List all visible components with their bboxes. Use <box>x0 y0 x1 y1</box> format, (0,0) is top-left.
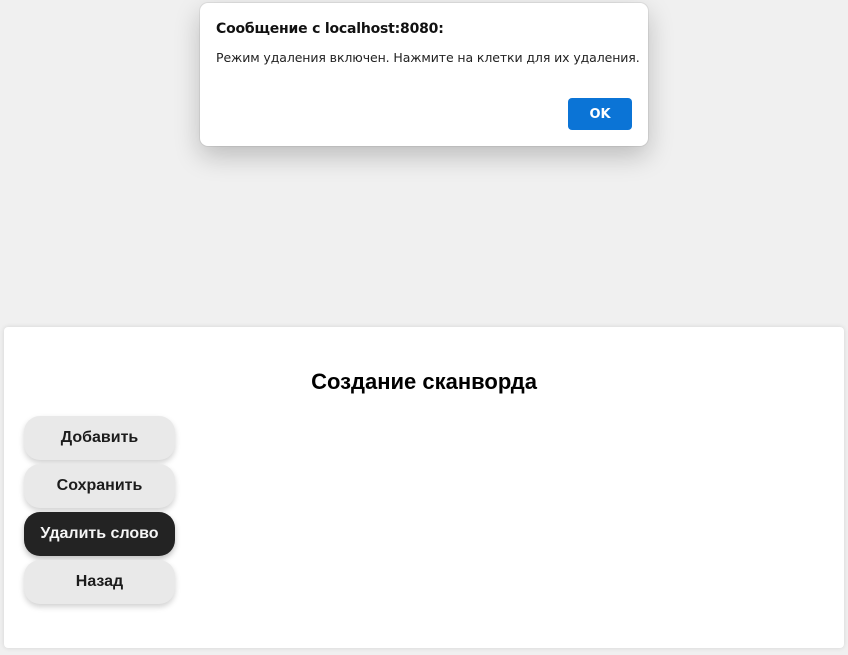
page-title: Создание сканворда <box>311 369 537 394</box>
scanword-editor-panel: Создание сканворда Добавить Сохранить Уд… <box>4 327 844 648</box>
add-button[interactable]: Добавить <box>24 416 175 460</box>
delete-word-button[interactable]: Удалить слово <box>24 512 175 556</box>
ok-button[interactable]: OK <box>568 98 632 130</box>
dialog-message: Режим удаления включен. Нажмите на клетк… <box>216 50 640 65</box>
back-button[interactable]: Назад <box>24 560 175 604</box>
dialog-title: Сообщение с localhost:8080: <box>216 21 444 37</box>
page: Сообщение с localhost:8080: Режим удален… <box>0 0 848 655</box>
save-button[interactable]: Сохранить <box>24 464 175 508</box>
alert-dialog: Сообщение с localhost:8080: Режим удален… <box>200 3 648 146</box>
